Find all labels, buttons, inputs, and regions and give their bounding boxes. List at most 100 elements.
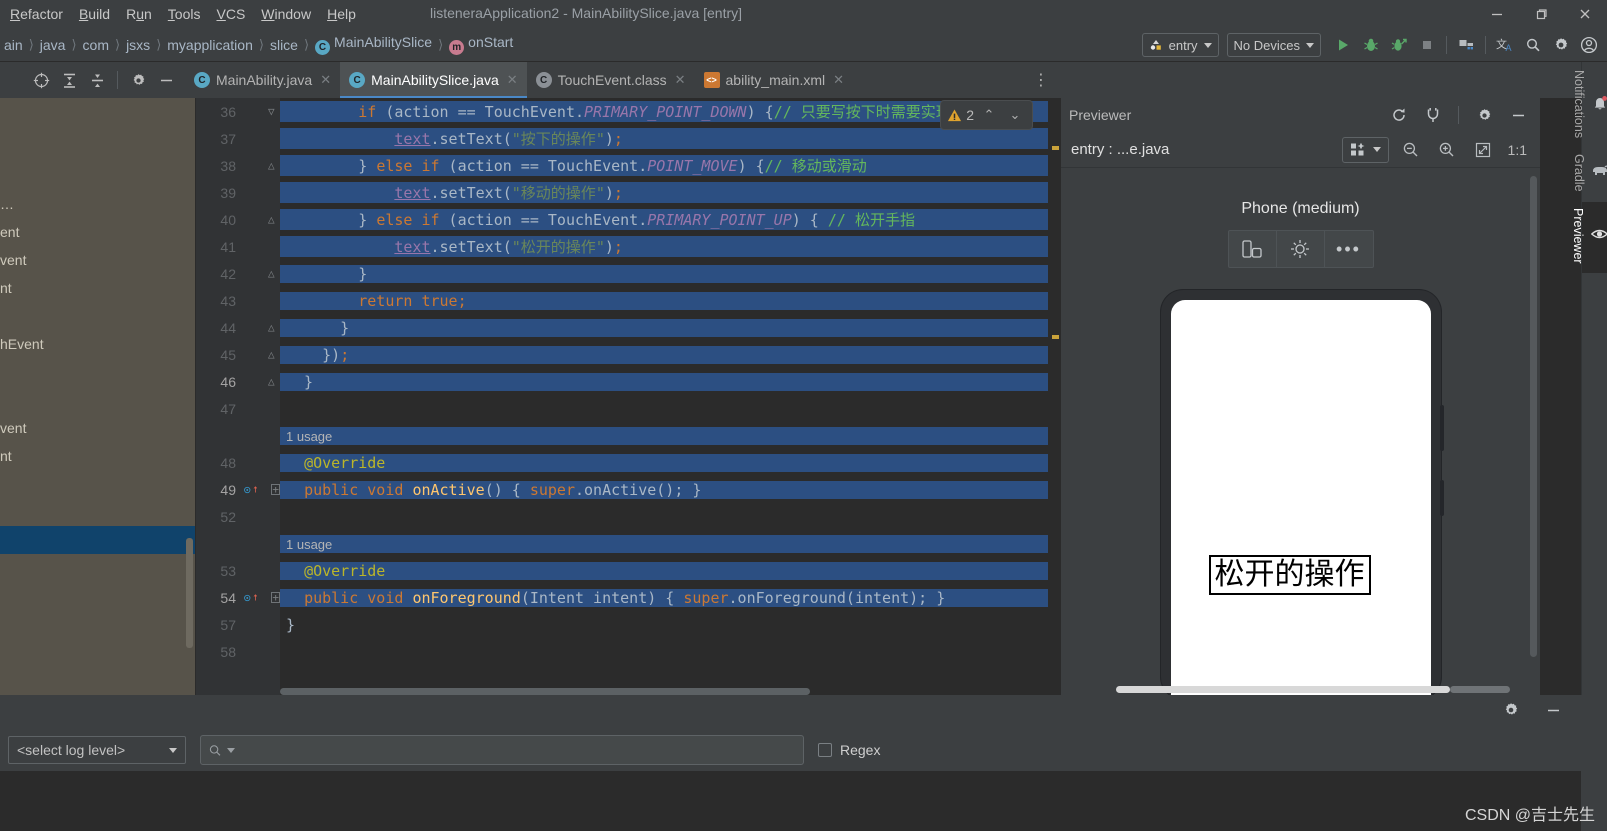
expand-method-icon[interactable]: + xyxy=(271,484,280,495)
code-line[interactable]: 52 xyxy=(196,503,1060,530)
scrollbar-thumb[interactable] xyxy=(280,688,810,695)
previewer-minimize-button[interactable] xyxy=(1504,101,1532,129)
search-input[interactable] xyxy=(241,742,795,758)
device-manager-button[interactable] xyxy=(1452,31,1480,59)
fold-marker-icon[interactable]: △ xyxy=(268,348,275,361)
popup-scrollbar[interactable] xyxy=(186,538,193,648)
menu-item-vcs[interactable]: VCS xyxy=(208,3,253,25)
code-text[interactable]: 1 usage xyxy=(280,534,1060,553)
collapse-all-icon[interactable] xyxy=(84,67,110,93)
previewer-horizontal-scrollbar[interactable] xyxy=(1116,686,1450,693)
breadcrumb-item-2[interactable]: com xyxy=(79,36,113,54)
code-text[interactable]: } else if (action == TouchEvent.POINT_MO… xyxy=(280,155,1060,176)
code-line[interactable]: 47 xyxy=(196,395,1060,422)
code-text[interactable]: 1 usage xyxy=(280,426,1060,445)
translate-button[interactable]: 文 A xyxy=(1491,31,1519,59)
previewer-settings-button[interactable] xyxy=(1470,101,1498,129)
gutter-icons[interactable]: △ xyxy=(242,321,280,334)
previewer-fit-screen-button[interactable] xyxy=(1469,136,1497,164)
settings-button[interactable] xyxy=(1547,31,1575,59)
code-line[interactable]: 44 △ } xyxy=(196,314,1060,341)
breadcrumb-item-6[interactable]: C MainAbilitySlice xyxy=(311,33,436,56)
code-line[interactable]: 36 ▽ if (action == TouchEvent.PRIMARY_POI… xyxy=(196,98,1060,125)
log-settings-button[interactable] xyxy=(1497,696,1525,724)
list-item[interactable] xyxy=(0,386,195,414)
stripe-marker[interactable] xyxy=(1052,146,1059,150)
code-line[interactable]: 45 △ }); xyxy=(196,341,1060,368)
fold-marker-icon[interactable]: △ xyxy=(268,321,275,334)
breadcrumb-item-5[interactable]: slice xyxy=(266,36,302,54)
stop-button[interactable] xyxy=(1413,31,1441,59)
list-item[interactable] xyxy=(0,470,195,498)
rail-item-previewer[interactable]: Previewer xyxy=(1571,201,1607,274)
locate-file-icon[interactable] xyxy=(28,67,54,93)
device-more-button[interactable]: ••• xyxy=(1325,231,1373,267)
gutter-icons[interactable]: + xyxy=(242,483,280,496)
menu-item-build[interactable]: Build xyxy=(71,3,118,25)
code-line[interactable]: 46 △ } xyxy=(196,368,1060,395)
code-text[interactable]: } xyxy=(280,318,1060,337)
previewer-zoom-in-button[interactable] xyxy=(1433,136,1461,164)
editor-settings-icon[interactable] xyxy=(125,67,151,93)
device-selector[interactable]: No Devices xyxy=(1226,33,1321,57)
fold-marker-icon[interactable]: △ xyxy=(268,159,275,172)
menu-item-tools[interactable]: Tools xyxy=(160,3,209,25)
list-item[interactable] xyxy=(0,358,195,386)
tab-mainabilityslice-java[interactable]: C MainAbilitySlice.java ✕ xyxy=(340,62,527,98)
list-item[interactable] xyxy=(0,134,195,162)
fold-marker-icon[interactable]: △ xyxy=(268,213,275,226)
gutter-icons[interactable]: △ xyxy=(242,213,280,226)
code-line[interactable]: 40 △ } else if (action == TouchEvent.PRIM… xyxy=(196,206,1060,233)
editor-horizontal-scrollbar[interactable] xyxy=(280,688,1048,695)
gutter-icons[interactable]: △ xyxy=(242,267,280,280)
list-item[interactable]: vent xyxy=(0,246,195,274)
minimize-button[interactable] xyxy=(1475,0,1519,28)
run-button[interactable] xyxy=(1329,31,1357,59)
menu-item-run[interactable]: Run xyxy=(118,3,160,25)
tab-mainability-java[interactable]: C MainAbility.java ✕ xyxy=(185,62,340,98)
usage-hint[interactable]: 1 usage xyxy=(286,537,332,552)
list-item[interactable]: hEvent xyxy=(0,330,195,358)
code-text[interactable]: } else if (action == TouchEvent.PRIMARY_… xyxy=(280,209,1060,230)
expand-method-icon[interactable]: + xyxy=(271,592,280,603)
rail-item-gradle[interactable]: Gradle xyxy=(1572,148,1607,202)
previewer-refresh-button[interactable] xyxy=(1385,101,1413,129)
list-item[interactable] xyxy=(0,162,195,190)
list-item[interactable] xyxy=(0,498,195,526)
next-problem-icon[interactable]: ⌄ xyxy=(1004,107,1026,123)
previewer-zoom-out-button[interactable] xyxy=(1397,136,1425,164)
code-line[interactable]: 43 return true; xyxy=(196,287,1060,314)
account-button[interactable] xyxy=(1575,31,1603,59)
run-configuration-selector[interactable]: entry xyxy=(1141,33,1219,57)
code-line[interactable]: 37 text.setText("按下的操作"); xyxy=(196,125,1060,152)
list-item[interactable]: … xyxy=(0,190,195,218)
code-text[interactable]: text.setText("松开的操作"); xyxy=(280,236,1060,257)
list-item[interactable]: nt xyxy=(0,442,195,470)
log-search-field[interactable] xyxy=(200,735,804,765)
list-item[interactable]: ent xyxy=(0,218,195,246)
breadcrumb-item-0[interactable]: ain xyxy=(0,36,27,54)
gutter-icons[interactable]: △ xyxy=(242,159,280,172)
device-orientation-button[interactable] xyxy=(1229,231,1277,267)
code-text[interactable]: return true; xyxy=(280,291,1060,310)
gutter-icons[interactable]: △ xyxy=(242,375,280,388)
breadcrumb-item-4[interactable]: myapplication xyxy=(163,36,257,54)
tab-ability-main-xml[interactable]: <> ability_main.xml ✕ xyxy=(695,62,854,98)
list-item[interactable]: nt xyxy=(0,274,195,302)
regex-option[interactable]: Regex xyxy=(818,742,880,758)
code-text[interactable]: } xyxy=(280,372,1060,391)
code-text[interactable]: } xyxy=(280,264,1060,283)
code-text[interactable]: public void onActive() { super.onActive(… xyxy=(280,480,1060,499)
previewer-layout-selector[interactable] xyxy=(1341,136,1389,163)
code-line[interactable]: 49 + public void onActive() { super.onAct… xyxy=(196,476,1060,503)
log-output-area[interactable] xyxy=(0,771,1581,831)
code-text[interactable]: text.setText("按下的操作"); xyxy=(280,128,1060,149)
debug-button[interactable] xyxy=(1357,31,1385,59)
close-icon[interactable]: ✕ xyxy=(320,72,331,88)
stripe-marker[interactable] xyxy=(1052,335,1059,339)
close-icon[interactable]: ✕ xyxy=(833,72,844,88)
code-text[interactable]: text.setText("移动的操作"); xyxy=(280,182,1060,203)
code-text[interactable]: @Override xyxy=(280,561,1060,580)
log-minimize-button[interactable] xyxy=(1539,696,1567,724)
previewer-canvas[interactable]: Phone (medium) ••• 松开的操作 xyxy=(1061,168,1540,699)
